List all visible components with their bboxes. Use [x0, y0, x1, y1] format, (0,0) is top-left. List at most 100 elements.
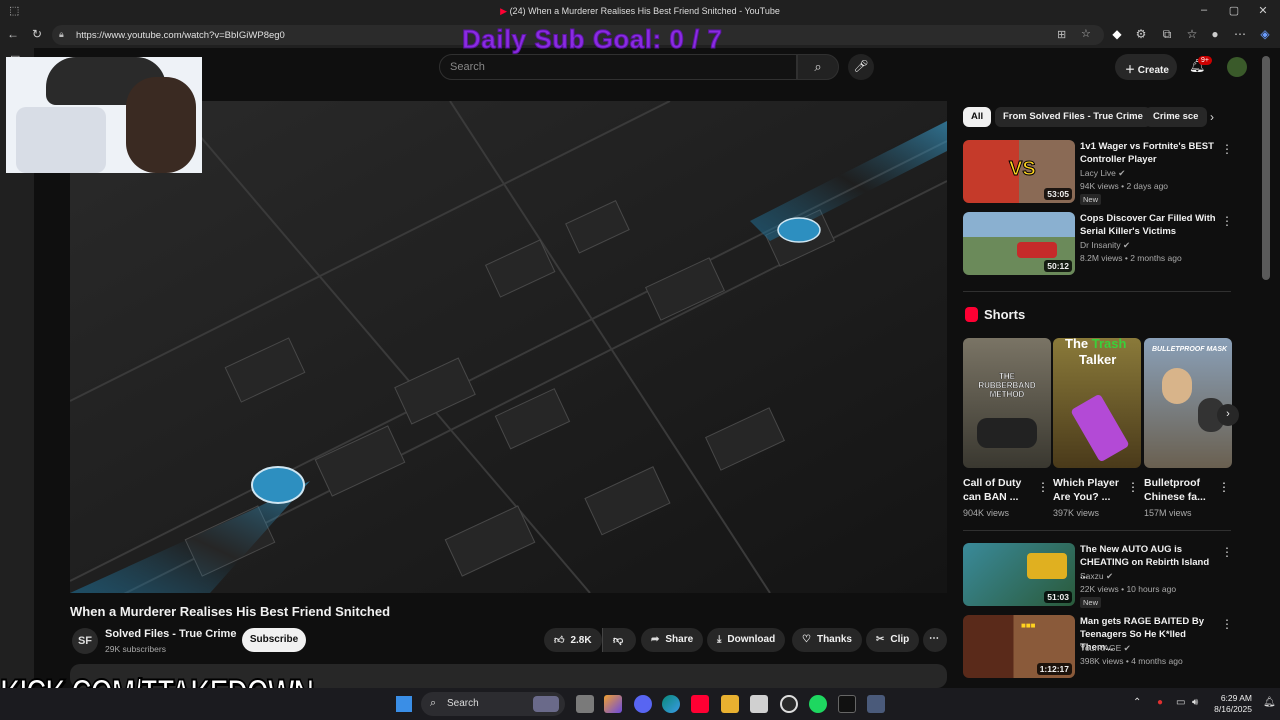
- short-views: 397K views: [1053, 508, 1100, 518]
- short-overlay-text: BULLETPROOF MASK: [1152, 346, 1228, 353]
- account-avatar[interactable]: [1227, 57, 1247, 77]
- channel-name: Dr Insanity ✔︎: [1080, 240, 1131, 250]
- thanks-button[interactable]: ♡ Thanks: [792, 628, 862, 652]
- video-meta: 8.2M views • 2 months ago: [1080, 253, 1182, 263]
- notification-center-icon[interactable]: 🔔︎: [1263, 697, 1276, 708]
- back-icon[interactable]: ←: [6, 27, 20, 41]
- share-button[interactable]: ➦ Share: [641, 628, 704, 652]
- short-item[interactable]: BULLETPROOF MASK Bulletproof Chinese fa.…: [1144, 338, 1232, 518]
- divider: [963, 530, 1231, 531]
- mic-muted-icon[interactable]: ●: [1157, 697, 1163, 708]
- share-icon: ➦: [651, 634, 660, 645]
- volume-icon[interactable]: 🔊︎: [1192, 697, 1198, 708]
- recommended-video[interactable]: VS 53:05 1v1 Wager vs Fortnite's BEST Co…: [963, 140, 1233, 205]
- discord-icon[interactable]: [634, 695, 652, 713]
- dislike-button[interactable]: 👎︎: [602, 628, 636, 652]
- search-highlight-icon: [533, 696, 559, 712]
- obs-icon[interactable]: [780, 695, 798, 713]
- chevron-right-icon[interactable]: ›: [1210, 110, 1214, 124]
- maximize-icon[interactable]: ▢: [1227, 4, 1241, 17]
- video-frame: [70, 101, 947, 593]
- spotify-icon[interactable]: [809, 695, 827, 713]
- new-badge: New: [1080, 597, 1102, 608]
- chevron-up-icon[interactable]: ⌃: [1133, 697, 1141, 708]
- sub-goal-overlay: Daily Sub Goal: 0 / 7: [461, 24, 723, 55]
- clip-button[interactable]: ✂ Clip: [866, 628, 920, 652]
- channel-name[interactable]: Solved Files - True Crime: [105, 628, 236, 640]
- copilot-icon[interactable]: ◈: [1258, 27, 1272, 41]
- search-button[interactable]: ⌕: [797, 54, 839, 80]
- more-options-icon[interactable]: ⋮: [1037, 480, 1049, 494]
- chip-all[interactable]: All: [963, 107, 992, 127]
- extension-icon[interactable]: ⚙︎: [1134, 27, 1148, 41]
- favorites-icon[interactable]: ☆: [1185, 27, 1199, 41]
- channel-avatar[interactable]: SF: [72, 628, 98, 654]
- taskbar-clock[interactable]: 6:29 AM 8/16/2025: [1208, 693, 1252, 715]
- start-icon[interactable]: [396, 696, 412, 712]
- notification-count-badge: 9+: [1198, 56, 1212, 65]
- video-thumbnail: VS 53:05: [963, 140, 1075, 203]
- settings-gear-icon[interactable]: [867, 695, 885, 713]
- extensions-puzzle-icon[interactable]: ⧉: [1160, 27, 1174, 42]
- video-title: Cops Discover Car Filled With Serial Kil…: [1080, 213, 1216, 237]
- download-button[interactable]: ⤓ Download: [707, 628, 786, 652]
- shorts-next-button[interactable]: ›: [1217, 404, 1239, 426]
- video-duration: 50:12: [1044, 260, 1072, 272]
- verified-icon: ✔︎: [1123, 240, 1131, 250]
- close-icon[interactable]: ✕: [1256, 4, 1270, 17]
- short-item[interactable]: THE RUBBERBAND METHOD Call of Duty can B…: [963, 338, 1051, 518]
- short-item[interactable]: The Trash Talker Which Player Are You? .…: [1053, 338, 1141, 518]
- favorite-star-icon[interactable]: ☆: [1081, 27, 1091, 40]
- video-duration: 53:05: [1044, 188, 1072, 200]
- browser-tab-title[interactable]: ▶ (24) When a Murderer Realises His Best…: [0, 6, 1280, 17]
- vs-thumbnail-text: VS: [1009, 158, 1037, 181]
- recommended-video[interactable]: 50:12 Cops Discover Car Filled With Seri…: [963, 212, 1233, 276]
- taskbar-search[interactable]: ⌕ Search: [421, 692, 565, 716]
- recommended-video[interactable]: 51:03 The New AUTO AUG is CHEATING on Re…: [963, 543, 1233, 608]
- profile-icon[interactable]: ●: [1208, 27, 1222, 41]
- more-actions-button[interactable]: ⋯: [923, 628, 947, 652]
- search-input[interactable]: Search: [439, 54, 797, 80]
- streamer-shape: [126, 77, 196, 173]
- reader-view-icon[interactable]: ⊞: [1057, 28, 1066, 41]
- youtube-app-icon[interactable]: [691, 695, 709, 713]
- task-view-icon[interactable]: [576, 695, 594, 713]
- copilot-app-icon[interactable]: [604, 695, 622, 713]
- more-options-icon[interactable]: ⋮: [1221, 545, 1233, 559]
- create-button[interactable]: ＋ Create: [1115, 54, 1177, 80]
- network-icon[interactable]: ▭: [1176, 697, 1185, 708]
- short-overlay-text: The Trash: [1065, 338, 1127, 351]
- car-shape: [1017, 242, 1057, 258]
- chip-from-channel[interactable]: From Solved Files - True Crime: [995, 107, 1151, 127]
- video-player[interactable]: [70, 101, 947, 593]
- more-options-icon[interactable]: ⋮: [1221, 617, 1233, 631]
- subscribe-button[interactable]: Subscribe: [242, 628, 306, 652]
- more-options-icon[interactable]: ⋮: [1221, 142, 1233, 156]
- file-explorer-icon[interactable]: [721, 695, 739, 713]
- edge-icon[interactable]: [662, 695, 680, 713]
- store-icon[interactable]: [750, 695, 768, 713]
- more-options-icon[interactable]: ⋮: [1127, 480, 1139, 494]
- windows-taskbar: ⌕ Search ⌃ ● ▭ 🔊︎ 6:29 AM 8/16/2025 🔔︎: [0, 688, 1280, 720]
- video-meta: 22K views • 10 hours ago: [1080, 584, 1177, 594]
- more-options-icon[interactable]: ⋮: [1218, 480, 1230, 494]
- refresh-icon[interactable]: ↻: [30, 27, 44, 41]
- page-scrollbar[interactable]: [1262, 56, 1270, 280]
- thumbnail-text-shape: ■■■: [1021, 621, 1036, 630]
- chip-crime-scene[interactable]: Crime sce: [1145, 107, 1207, 127]
- like-button[interactable]: 👍︎ 2.8K: [544, 628, 602, 652]
- recommended-video[interactable]: ■■■ 1:12:17 Man gets RAGE BAITED By Teen…: [963, 615, 1233, 679]
- controller-shape: [977, 418, 1037, 448]
- shorts-heading: Shorts: [984, 307, 1026, 322]
- minimize-icon[interactable]: –: [1197, 4, 1211, 16]
- more-menu-icon[interactable]: ⋯: [1233, 27, 1247, 41]
- channel-name: YourRAGE ✔︎: [1080, 643, 1131, 653]
- shorts-logo-icon: [965, 307, 978, 322]
- voice-search-button[interactable]: 🎤︎: [848, 54, 874, 80]
- extension-diamond-icon[interactable]: ◆: [1110, 27, 1124, 41]
- divider: [963, 291, 1231, 292]
- more-options-icon[interactable]: ⋮: [1221, 214, 1233, 228]
- call-of-duty-icon[interactable]: [838, 695, 856, 713]
- video-meta: 398K views • 4 months ago: [1080, 656, 1183, 666]
- channel-name: Lacy Live ✔︎: [1080, 168, 1126, 178]
